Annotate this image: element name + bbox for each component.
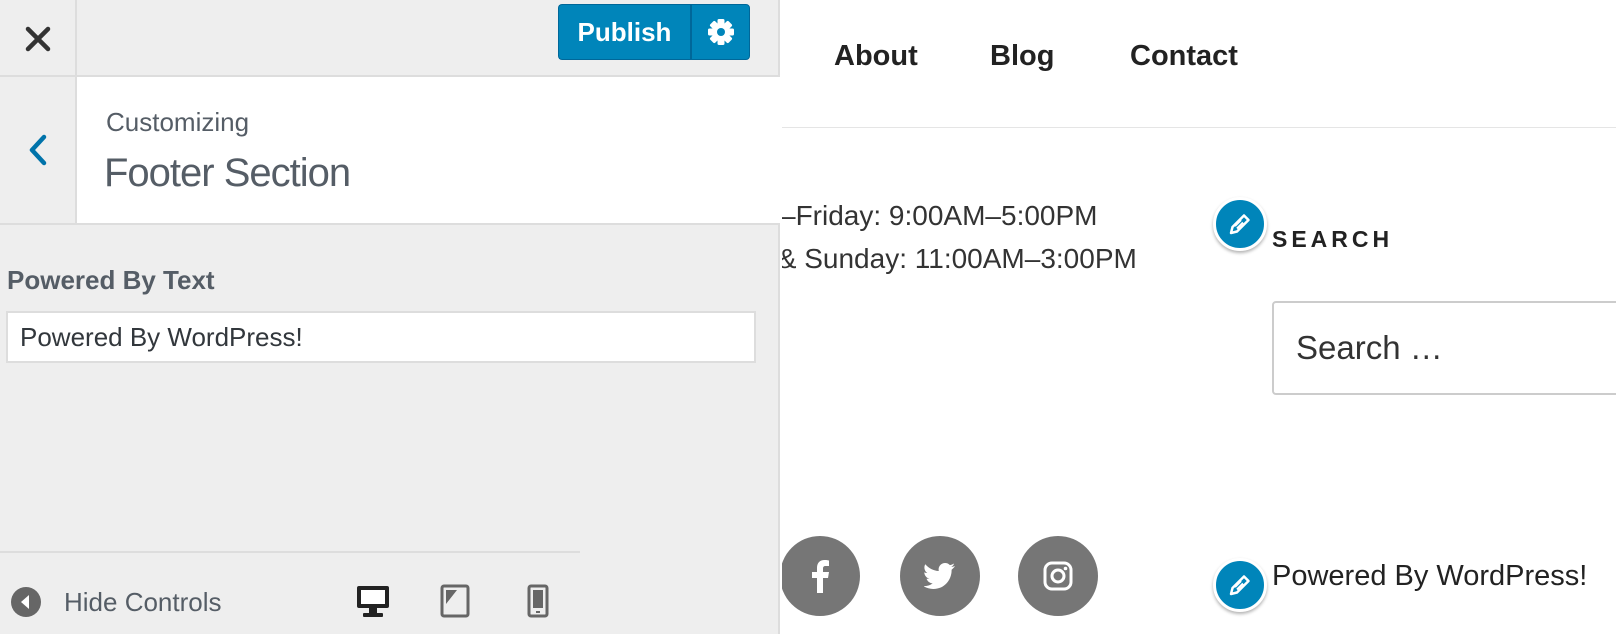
site-preview: About Blog Contact –Friday: 9:00AM–5:00P… — [782, 0, 1616, 634]
device-mobile-button[interactable] — [518, 581, 558, 621]
customizer-header: Publish — [0, 0, 780, 77]
twitter-icon — [924, 563, 955, 589]
instagram-icon — [1043, 561, 1073, 591]
device-tablet-button[interactable] — [435, 581, 475, 621]
device-desktop-button[interactable] — [353, 581, 393, 621]
social-link-twitter[interactable] — [900, 536, 980, 616]
gear-icon — [707, 19, 734, 45]
edit-shortcut-powered-by[interactable] — [1213, 558, 1267, 612]
hours-weekdays: –Friday: 9:00AM–5:00PM — [782, 200, 1098, 231]
powered-by-text-label: Powered By Text — [7, 265, 215, 295]
close-customizer-button[interactable] — [0, 0, 77, 77]
search-input[interactable] — [1272, 301, 1616, 395]
hide-controls-button[interactable]: Hide Controls — [10, 580, 222, 624]
footer-powered-by-text: Powered By WordPress! — [1272, 560, 1588, 592]
close-icon — [25, 26, 50, 51]
search-widget-title: SEARCH — [1272, 226, 1394, 252]
nav-link-blog[interactable]: Blog — [990, 40, 1054, 73]
customizing-label: Customizing — [106, 107, 250, 137]
powered-by-text-input[interactable] — [6, 311, 756, 363]
hide-controls-label: Hide Controls — [64, 586, 222, 617]
social-link-facebook[interactable] — [782, 536, 860, 616]
footer-divider — [0, 551, 580, 553]
nav-link-about[interactable]: About — [834, 40, 918, 73]
collapse-arrow-icon — [11, 587, 41, 617]
mobile-icon — [527, 584, 549, 618]
pencil-icon — [1229, 575, 1250, 596]
edit-shortcut-search-widget[interactable] — [1213, 197, 1267, 251]
desktop-icon — [357, 586, 389, 617]
nav-link-contact[interactable]: Contact — [1130, 40, 1238, 73]
tablet-icon — [440, 584, 470, 618]
pencil-icon — [1229, 214, 1250, 235]
section-title: Footer Section — [104, 151, 351, 195]
social-link-instagram[interactable] — [1018, 536, 1098, 616]
site-navigation: About Blog Contact — [782, 0, 1616, 128]
chevron-left-icon — [29, 134, 46, 166]
facebook-icon — [812, 560, 829, 593]
section-header: Customizing Footer Section — [0, 77, 780, 225]
publish-settings-button[interactable] — [690, 4, 750, 60]
publish-button[interactable]: Publish — [558, 4, 690, 60]
back-button[interactable] — [0, 77, 77, 223]
hours-weekend: y & Sunday: 11:00AM–3:00PM — [782, 243, 1137, 274]
customizer-sidebar: Publish Customizing Footer Section Power… — [0, 0, 780, 634]
